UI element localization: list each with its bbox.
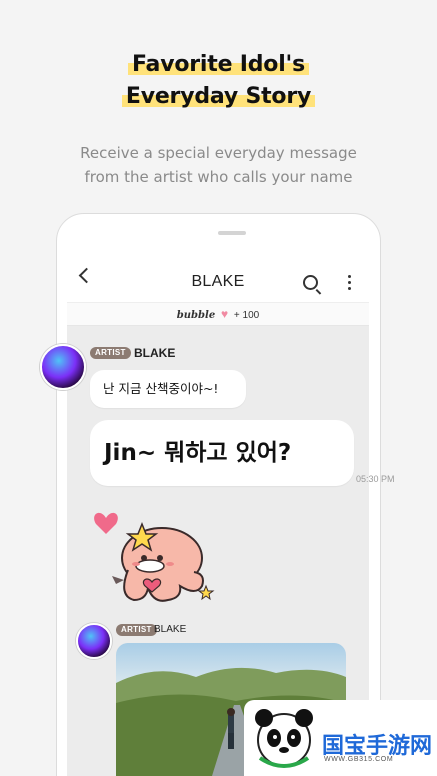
watermark-url: WWW.GB315.COM <box>324 756 394 763</box>
chat-app-bar: BLAKE <box>67 250 369 302</box>
watermark-badge: 国宝手游网 WWW.GB315.COM <box>244 700 437 776</box>
more-options-icon[interactable] <box>347 275 351 291</box>
artist-name: BLAKE <box>134 346 176 360</box>
message-bubble[interactable]: 난 지금 산책중이야~! <box>90 370 246 408</box>
bubble-count-bar: bubble ♥ + 100 <box>67 302 369 326</box>
artist-avatar[interactable] <box>40 344 86 390</box>
artist-avatar-2[interactable] <box>76 623 112 659</box>
chat-title: BLAKE <box>191 273 245 290</box>
heart-icon: ♥ <box>220 307 229 321</box>
octopus-sticker[interactable] <box>90 500 220 610</box>
artist-badge: ARTIST <box>90 347 131 359</box>
subtitle-line-2: from the artist who calls your name <box>84 168 353 186</box>
artist-badge-2: ARTIST <box>116 624 157 636</box>
heart-icon <box>94 512 118 534</box>
message-timestamp: 05:30 PM <box>356 474 395 484</box>
headline-line-2: Everyday Story <box>0 84 437 109</box>
subtitle-line-1: Receive a special everyday message <box>80 144 357 162</box>
headline-line-1: Favorite Idol's <box>0 52 437 77</box>
phone-speaker <box>218 231 246 235</box>
panda-logo-icon <box>255 709 313 768</box>
artist-name-2: BLAKE <box>154 624 187 635</box>
message-bubble-large[interactable]: Jin~ 뭐하고 있어? <box>90 420 354 486</box>
search-icon[interactable] <box>303 275 318 290</box>
bubble-count: + 100 <box>233 310 260 321</box>
bubble-brand: bubble <box>176 310 216 321</box>
